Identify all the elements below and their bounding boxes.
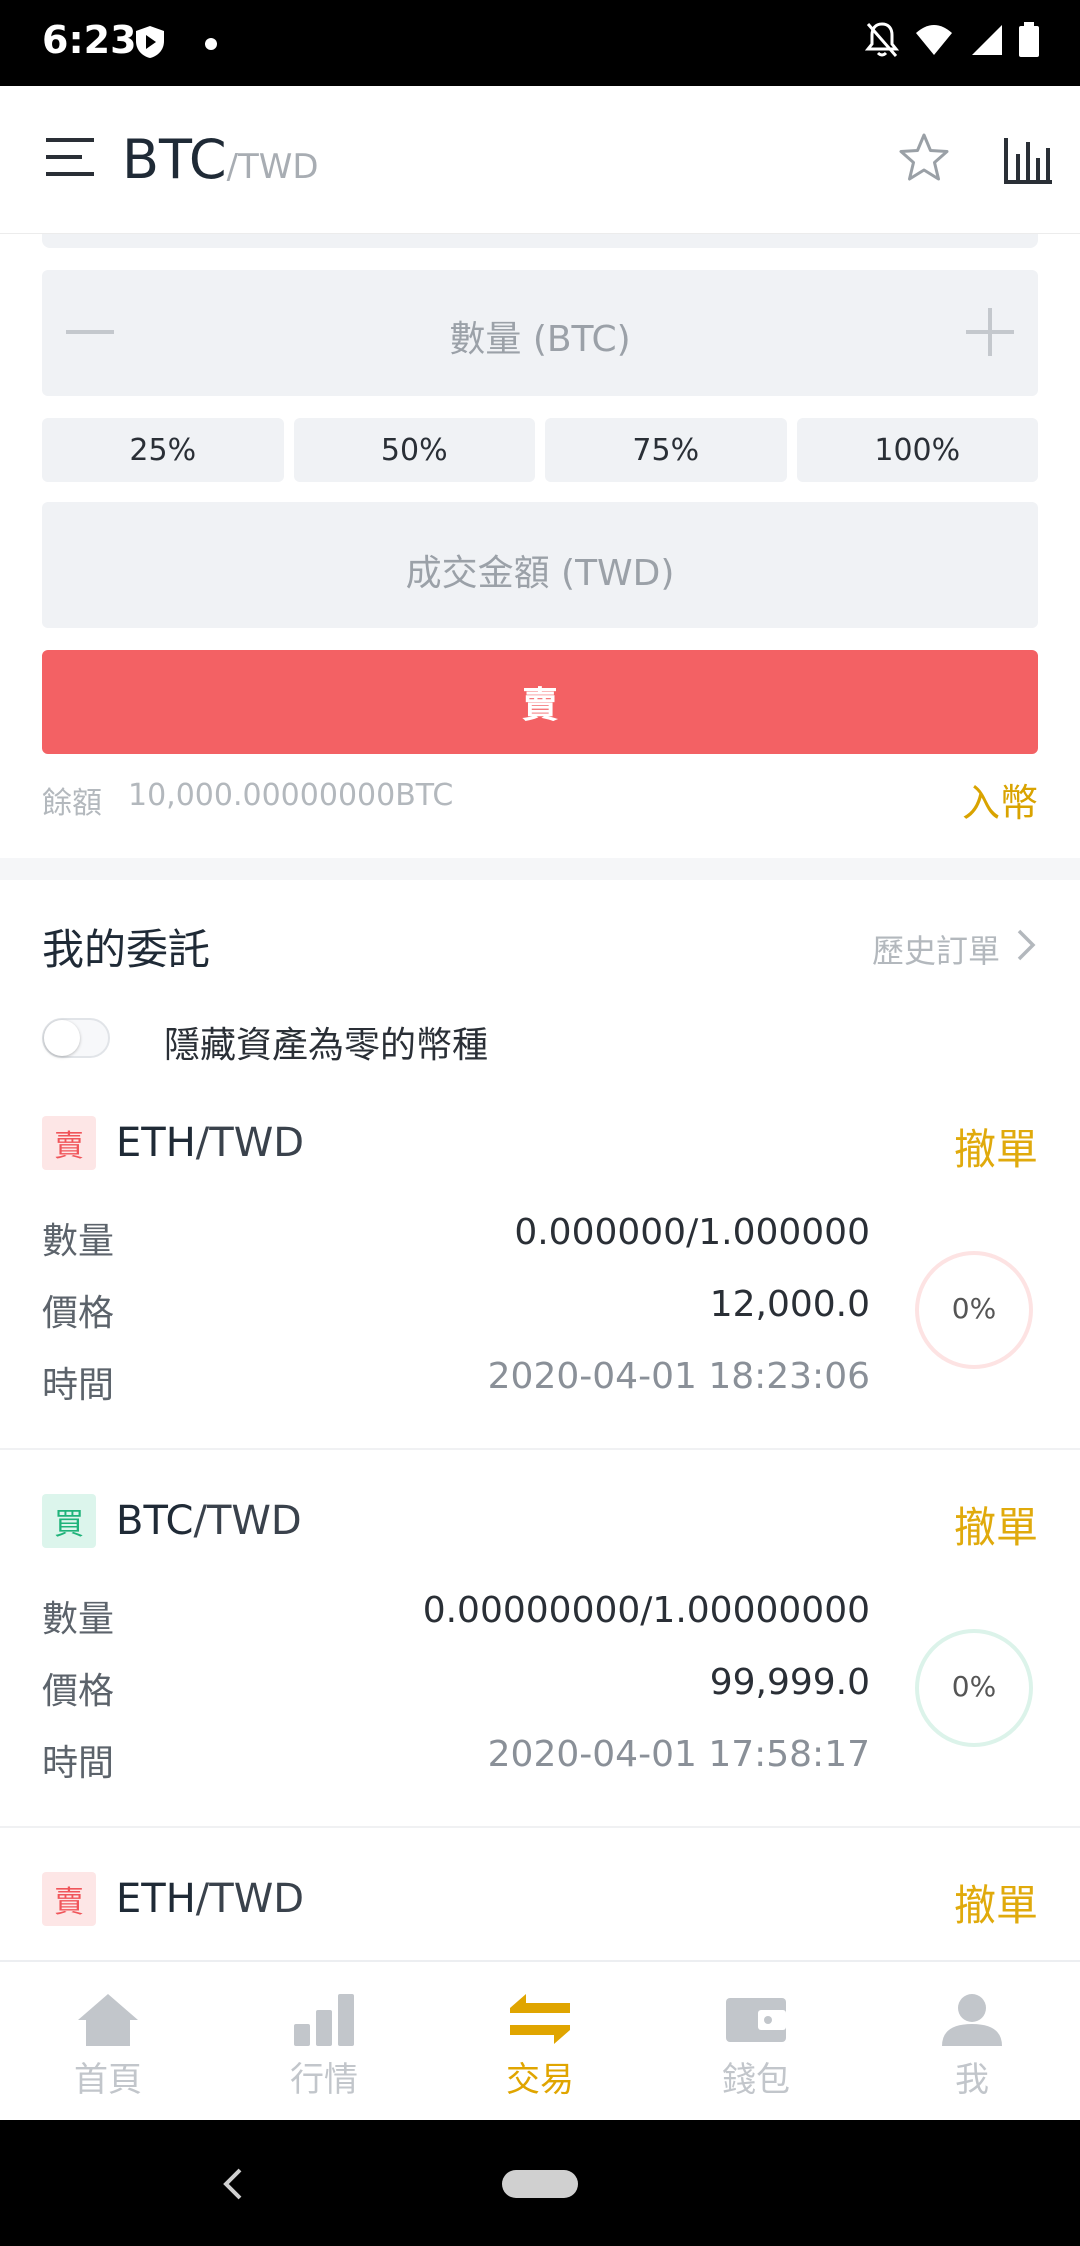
- menu-icon[interactable]: [46, 138, 94, 180]
- wifi-icon: [914, 23, 954, 61]
- profile-icon: [940, 1992, 1004, 2050]
- bell-off-icon: [864, 20, 900, 64]
- deposit-link[interactable]: 入幣: [962, 772, 1038, 827]
- nav-label: 我: [955, 2060, 989, 2100]
- nav-label: 行情: [290, 2060, 358, 2100]
- percent-75-button[interactable]: 75%: [545, 418, 787, 482]
- order-quantity: 0.00000000/1.00000000: [422, 1590, 870, 1631]
- back-icon[interactable]: [220, 2166, 246, 2206]
- nav-profile[interactable]: 我: [864, 1962, 1080, 2120]
- sell-badge: 賣: [42, 1872, 96, 1926]
- quantity-input[interactable]: 數量 (BTC): [42, 310, 1038, 362]
- sell-button[interactable]: 賣: [42, 650, 1038, 754]
- section-divider: [0, 858, 1080, 880]
- order-quote: /TWD: [195, 1120, 305, 1166]
- order-quote: /TWD: [193, 1498, 302, 1544]
- amount-field[interactable]: 成交金額 (TWD): [42, 502, 1038, 628]
- nav-trade[interactable]: 交易: [432, 1962, 648, 2120]
- nav-label: 首頁: [74, 2060, 142, 2100]
- toggle-knob: [44, 1020, 80, 1056]
- cancel-order-button[interactable]: 撤單: [954, 1494, 1038, 1555]
- pair-quote: /TWD: [226, 147, 319, 187]
- time-label: 時間: [42, 1743, 115, 1784]
- quantity-label: 數量: [42, 1221, 115, 1262]
- market-icon: [292, 1992, 356, 2050]
- home-icon: [76, 1992, 140, 2050]
- bottom-nav: 首頁 行情 交易 錢包 我: [0, 1960, 1080, 2120]
- wallet-icon: [724, 1992, 788, 2050]
- percentage-selector: 25% 50% 75% 100%: [42, 418, 1038, 482]
- trade-icon: [508, 1992, 572, 2050]
- orders-title: 我的委託: [42, 925, 211, 974]
- system-nav-bar: [0, 2120, 1080, 2246]
- order-base: ETH: [116, 1120, 196, 1166]
- pair-base: BTC: [122, 128, 227, 191]
- order-base: BTC: [116, 1498, 194, 1544]
- notification-dot: [205, 38, 217, 50]
- quantity-stepper[interactable]: 數量 (BTC): [42, 270, 1038, 396]
- amount-input[interactable]: 成交金額 (TWD): [42, 544, 1038, 596]
- order-quantity: 0.000000/1.000000: [514, 1212, 870, 1253]
- star-icon[interactable]: [898, 132, 950, 188]
- percent-100-button[interactable]: 100%: [796, 418, 1038, 482]
- chevron-right-icon[interactable]: [1016, 928, 1036, 966]
- order-divider: [0, 1826, 1080, 1828]
- percent-25-button[interactable]: 25%: [42, 418, 284, 482]
- cancel-order-button[interactable]: 撤單: [954, 1872, 1038, 1933]
- battery-icon: [1018, 22, 1040, 62]
- percent-50-button[interactable]: 50%: [293, 418, 535, 482]
- order-time: 2020-04-01 18:23:06: [487, 1356, 870, 1397]
- order-price: 99,999.0: [709, 1662, 870, 1703]
- nav-wallet[interactable]: 錢包: [648, 1962, 864, 2120]
- signal-icon: [968, 23, 1004, 61]
- time-label: 時間: [42, 1365, 115, 1406]
- buy-badge: 買: [42, 1494, 96, 1548]
- balance-value: 10,000.00000000BTC: [128, 778, 454, 813]
- progress-text: 0%: [951, 1670, 997, 1703]
- nav-label: 交易: [506, 2060, 574, 2100]
- status-time: 6:23: [42, 18, 137, 62]
- order-pair: BTC/TWD: [116, 1498, 302, 1544]
- home-pill[interactable]: [502, 2170, 578, 2198]
- order-divider: [0, 1448, 1080, 1450]
- order-quote: /TWD: [195, 1876, 305, 1922]
- hide-zero-toggle[interactable]: [42, 1018, 110, 1058]
- nav-label: 錢包: [722, 2060, 790, 2100]
- app-header: BTC/TWD: [0, 86, 1080, 234]
- balance-label: 餘額: [42, 786, 102, 821]
- order-time: 2020-04-01 17:58:17: [487, 1734, 870, 1775]
- hide-zero-label: 隱藏資產為零的幣種: [164, 1025, 489, 1066]
- nav-market[interactable]: 行情: [216, 1962, 432, 2120]
- order-price: 12,000.0: [709, 1284, 870, 1325]
- chart-icon[interactable]: [1004, 138, 1052, 188]
- progress-text: 0%: [951, 1292, 997, 1325]
- cancel-order-button[interactable]: 撤單: [954, 1116, 1038, 1177]
- price-label: 價格: [42, 1293, 115, 1334]
- history-orders-link[interactable]: 歷史訂單: [872, 926, 1000, 972]
- page-title[interactable]: BTC/TWD: [122, 128, 319, 191]
- status-bar: 6:23: [0, 0, 1080, 86]
- quantity-label: 數量: [42, 1599, 115, 1640]
- price-input-edge: [42, 234, 1038, 248]
- plus-icon[interactable]: [966, 308, 1014, 356]
- order-pair: ETH/TWD: [116, 1876, 304, 1922]
- status-icons: [864, 20, 1040, 64]
- price-label: 價格: [42, 1671, 115, 1712]
- shield-icon: [134, 24, 166, 64]
- order-pair: ETH/TWD: [116, 1120, 304, 1166]
- nav-home[interactable]: 首頁: [0, 1962, 216, 2120]
- sell-badge: 賣: [42, 1116, 96, 1170]
- order-base: ETH: [116, 1876, 196, 1922]
